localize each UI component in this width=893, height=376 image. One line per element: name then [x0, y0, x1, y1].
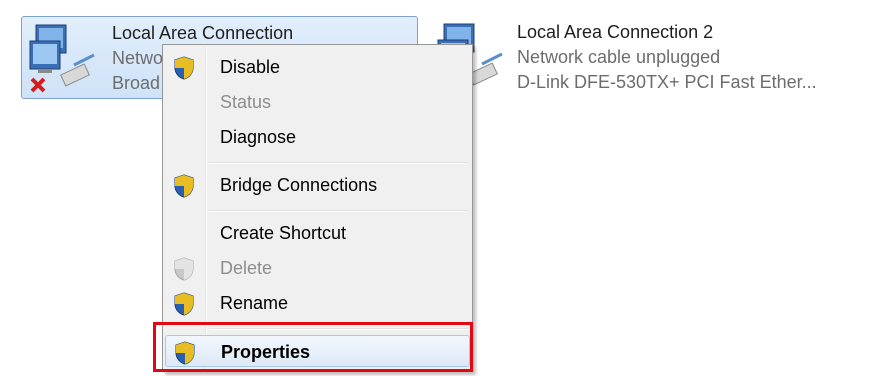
connection-name: Local Area Connection 2 [517, 22, 714, 42]
menu-item-label: Diagnose [220, 127, 297, 147]
menu-item-label: Rename [220, 293, 289, 313]
menu-item-delete[interactable]: Delete [165, 252, 470, 284]
menu-separator [209, 210, 468, 212]
highlight-annotation-box [153, 322, 473, 372]
uac-shield-disabled-icon [174, 257, 194, 281]
connection-status: Network cable unplugged [517, 47, 721, 67]
menu-item-label: Create Shortcut [220, 223, 347, 243]
menu-item-diagnose[interactable]: Diagnose [165, 121, 470, 153]
connection-device: D-Link DFE-530TX+ PCI Fast Ether... [517, 72, 817, 92]
uac-shield-icon [174, 292, 194, 316]
uac-shield-icon [174, 174, 194, 198]
menu-item-status[interactable]: Status [165, 86, 470, 118]
menu-item-label: Disable [220, 57, 281, 77]
menu-item-disable[interactable]: Disable [165, 51, 470, 83]
uac-shield-icon [174, 56, 194, 80]
menu-separator [209, 162, 468, 164]
network-disconnected-icon [29, 24, 95, 93]
menu-item-bridge-connections[interactable]: Bridge Connections [165, 169, 470, 201]
menu-item-label: Status [220, 92, 272, 112]
menu-item-create-shortcut[interactable]: Create Shortcut [165, 217, 470, 249]
menu-item-label: Bridge Connections [220, 175, 378, 195]
menu-item-label: Delete [220, 258, 273, 278]
connection-item-local-area-connection-2[interactable]: Local Area Connection 2 Network cable un… [430, 16, 850, 99]
menu-item-rename[interactable]: Rename [165, 287, 470, 319]
connection-name: Local Area Connection [112, 23, 294, 43]
